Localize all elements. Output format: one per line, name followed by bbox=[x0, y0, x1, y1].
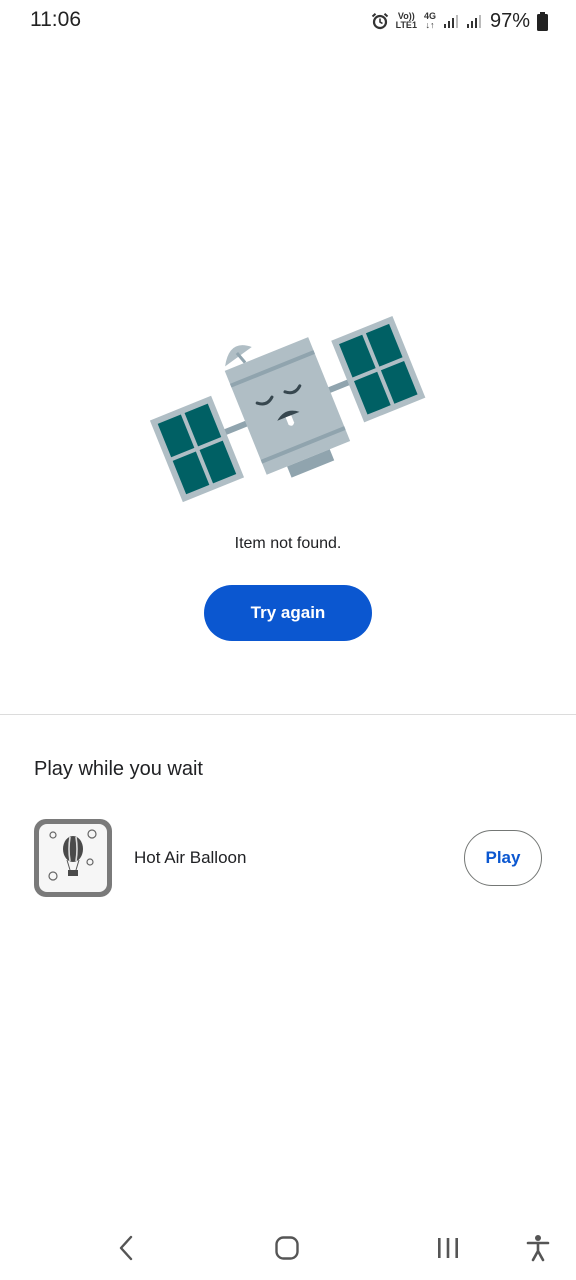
game-row: Hot Air Balloon Play bbox=[0, 816, 576, 900]
game-name: Hot Air Balloon bbox=[134, 848, 247, 867]
alarm-icon bbox=[371, 12, 389, 30]
error-message: Item not found. bbox=[234, 535, 342, 552]
sleeping-satellite-icon bbox=[150, 316, 426, 503]
recents-icon[interactable] bbox=[428, 1232, 468, 1264]
battery-percent: 97% bbox=[489, 9, 530, 32]
navigation-bar bbox=[0, 1216, 576, 1280]
back-icon[interactable] bbox=[106, 1232, 146, 1264]
4g-icon: 4G ↓↑ bbox=[424, 12, 436, 30]
status-time: 11:06 bbox=[30, 8, 81, 31]
signal-icon bbox=[443, 13, 459, 29]
volte-label-bottom: LTE1 bbox=[395, 20, 417, 30]
game-thumbnail bbox=[39, 824, 107, 892]
network-label-bottom: ↓↑ bbox=[425, 20, 435, 30]
home-icon[interactable] bbox=[267, 1232, 307, 1264]
battery-icon bbox=[537, 11, 548, 31]
accessibility-icon[interactable] bbox=[518, 1232, 558, 1264]
status-bar: 11:06 Vo)) LTE1 4G ↓↑ 97% bbox=[0, 0, 576, 44]
volte-icon: Vo)) LTE1 bbox=[396, 12, 417, 30]
play-while-you-wait-heading: Play while you wait bbox=[34, 758, 203, 780]
play-button[interactable]: Play bbox=[464, 830, 542, 886]
screen: 11:06 Vo)) LTE1 4G ↓↑ 97% Item not found… bbox=[0, 0, 576, 1280]
section-divider bbox=[0, 714, 576, 715]
signal-icon bbox=[466, 13, 482, 29]
try-again-button[interactable]: Try again bbox=[204, 585, 372, 641]
status-icons: Vo)) LTE1 4G ↓↑ 97% bbox=[371, 8, 548, 34]
hot-air-balloon-icon[interactable] bbox=[34, 819, 112, 897]
